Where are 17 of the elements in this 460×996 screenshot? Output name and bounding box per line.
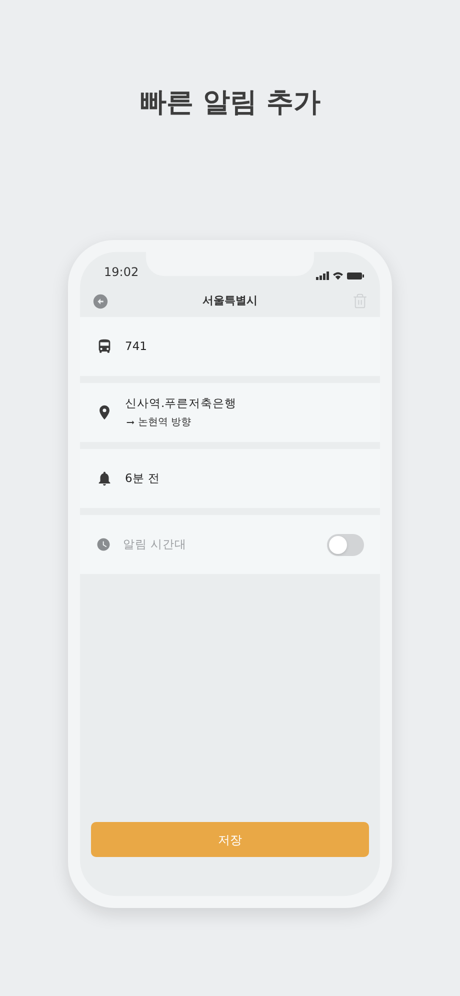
direction-label: 논현역 방향 bbox=[138, 416, 192, 430]
settings-card[interactable]: 741 bbox=[80, 317, 380, 376]
back-button[interactable] bbox=[92, 292, 109, 310]
status-time: 19:02 bbox=[104, 264, 139, 281]
row-label: 6분 전 bbox=[125, 470, 161, 487]
settings-card[interactable]: 6분 전 bbox=[80, 449, 380, 508]
bus-icon bbox=[96, 338, 113, 355]
nav-title: 서울특별시 bbox=[202, 292, 258, 309]
row-label: 741 bbox=[125, 338, 148, 355]
toggle-switch[interactable] bbox=[327, 534, 364, 556]
page-headline: 빠른 알림 추가 bbox=[140, 86, 320, 120]
settings-card[interactable]: 신사역.푸른저축은행 논현역 방향 bbox=[80, 383, 380, 442]
status-icons bbox=[316, 271, 366, 281]
row-label: 신사역.푸른저축은행 bbox=[125, 394, 238, 412]
row-label: 알림 시간대 bbox=[123, 536, 188, 553]
clock-icon bbox=[96, 537, 111, 552]
bell-icon bbox=[96, 470, 113, 487]
